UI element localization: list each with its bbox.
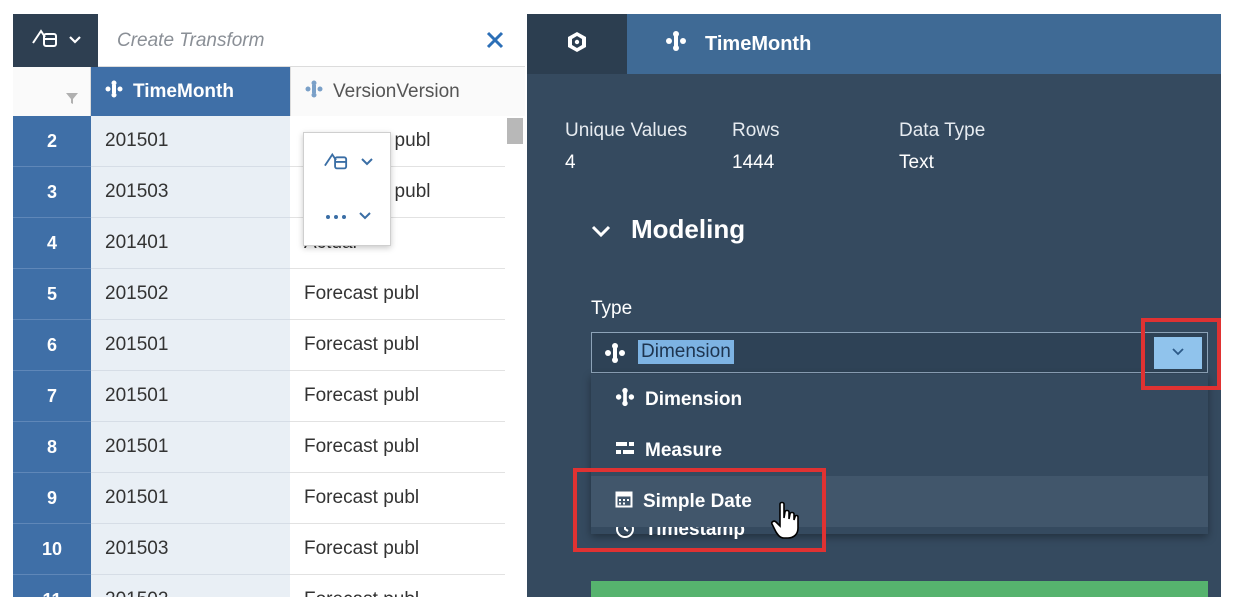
- cell-timemonth[interactable]: 201501: [91, 116, 290, 167]
- dimension-icon: [105, 80, 123, 104]
- cell-timemonth[interactable]: 201401: [91, 218, 290, 269]
- tab-label: TimeMonth: [705, 32, 812, 55]
- cube-icon: [566, 31, 588, 58]
- row-number: 6: [13, 320, 91, 371]
- dimension-icon: [305, 80, 323, 104]
- filter-icon: [66, 93, 78, 104]
- chevron-down-icon: [68, 32, 82, 50]
- stat-value-rows: 1444: [732, 152, 775, 173]
- stat-value-unique-values: 4: [565, 152, 576, 173]
- row-number: 10: [13, 524, 91, 575]
- cell-timemonth[interactable]: 201502: [91, 575, 290, 597]
- hand-cursor-icon: [770, 500, 800, 545]
- measure-icon: [615, 440, 635, 462]
- type-select-value: Dimension: [638, 340, 734, 364]
- cell-version[interactable]: Forecast publ: [290, 371, 505, 422]
- table-row[interactable]: 8 201501 Forecast publ: [13, 422, 525, 473]
- chevron-down-icon: [591, 214, 611, 245]
- transform-toolbar: Create Transform: [13, 14, 525, 67]
- dimension-icon: [665, 30, 687, 58]
- highlight-dropdown-button: [1141, 318, 1221, 390]
- cell-timemonth[interactable]: 201503: [91, 524, 290, 575]
- cell-timemonth[interactable]: 201501: [91, 422, 290, 473]
- cell-timemonth[interactable]: 201503: [91, 167, 290, 218]
- panel-tab-bar: TimeMonth: [527, 14, 1221, 74]
- cell-timemonth[interactable]: 201502: [91, 269, 290, 320]
- more-icon: [324, 208, 348, 226]
- table-row[interactable]: 4201401Actual: [13, 218, 525, 269]
- stat-label-rows: Rows: [732, 120, 780, 141]
- row-number: 11: [13, 575, 91, 597]
- cell-version[interactable]: Forecast publ: [290, 422, 505, 473]
- cell-version[interactable]: Forecast publ: [290, 524, 505, 575]
- column-header-versionversion[interactable]: VersionVersion: [290, 67, 525, 116]
- table-row[interactable]: 7 201501 Forecast publ: [13, 371, 525, 422]
- option-label: Measure: [645, 439, 723, 461]
- row-number: 2: [13, 116, 91, 167]
- table-row[interactable]: 5 201502 Forecast publ: [13, 269, 525, 320]
- table-row[interactable]: 10 201503 Forecast publ: [13, 524, 525, 575]
- table-row[interactable]: 6 201501 Forecast publ: [13, 320, 525, 371]
- type-field-label: Type: [591, 298, 633, 319]
- modeling-section-toggle[interactable]: Modeling: [591, 214, 745, 245]
- section-title: Modeling: [631, 214, 746, 244]
- chevron-down-icon: [358, 208, 372, 226]
- tab-timemonth[interactable]: TimeMonth: [665, 14, 811, 74]
- chevron-down-icon: [360, 154, 374, 172]
- table-row[interactable]: 2 201501 t publ: [13, 116, 525, 167]
- table-row[interactable]: 9 201501 Forecast publ: [13, 473, 525, 524]
- row-number: 9: [13, 473, 91, 524]
- more-actions-button[interactable]: [304, 191, 392, 243]
- row-number: 7: [13, 371, 91, 422]
- transform-action-button[interactable]: [304, 137, 392, 189]
- cell-version[interactable]: Forecast publ: [290, 575, 505, 597]
- transform-menu-button[interactable]: [13, 14, 98, 67]
- row-number: 3: [13, 167, 91, 218]
- stat-value-data-type: Text: [899, 152, 934, 173]
- column-action-popup: [303, 132, 391, 246]
- create-transform-input[interactable]: Create Transform: [117, 14, 264, 67]
- stat-label-unique-values: Unique Values: [565, 120, 688, 141]
- row-number: 8: [13, 422, 91, 473]
- vertical-scrollbar[interactable]: [507, 118, 523, 144]
- type-select[interactable]: Dimension: [591, 332, 1208, 373]
- dimension-icon: [604, 342, 626, 369]
- transform-icon: [322, 149, 350, 178]
- option-label: Dimension: [645, 388, 743, 410]
- dimension-icon: [615, 387, 635, 413]
- row-number: 4: [13, 218, 91, 269]
- option-dimension[interactable]: Dimension: [591, 374, 1208, 425]
- row-number: 5: [13, 269, 91, 320]
- cell-version[interactable]: Forecast publ: [290, 473, 505, 524]
- column-header-label: TimeMonth: [133, 80, 234, 102]
- data-grid-pane: Create Transform TimeMonth VersionVersio…: [13, 14, 525, 597]
- stat-label-data-type: Data Type: [899, 120, 986, 141]
- apply-bar[interactable]: [591, 581, 1208, 597]
- tab-column-details[interactable]: [527, 14, 627, 74]
- grid-header: TimeMonth VersionVersion: [13, 67, 525, 116]
- grid-body: 2201501t publ 3201503t publ 4201401Actua…: [13, 116, 525, 597]
- cell-timemonth[interactable]: 201501: [91, 473, 290, 524]
- cell-version[interactable]: Forecast publ: [290, 269, 505, 320]
- cell-timemonth[interactable]: 201501: [91, 371, 290, 422]
- cell-timemonth[interactable]: 201501: [91, 320, 290, 371]
- column-header-timemonth[interactable]: TimeMonth: [91, 67, 290, 116]
- table-row[interactable]: 3 201503 t publ: [13, 167, 525, 218]
- column-header-label: VersionVersion: [333, 80, 460, 102]
- transform-icon: [30, 25, 60, 56]
- table-row[interactable]: 11201502Forecast publ: [13, 575, 525, 597]
- close-icon[interactable]: [481, 26, 509, 54]
- filter-corner[interactable]: [13, 67, 91, 116]
- cell-version[interactable]: Forecast publ: [290, 320, 505, 371]
